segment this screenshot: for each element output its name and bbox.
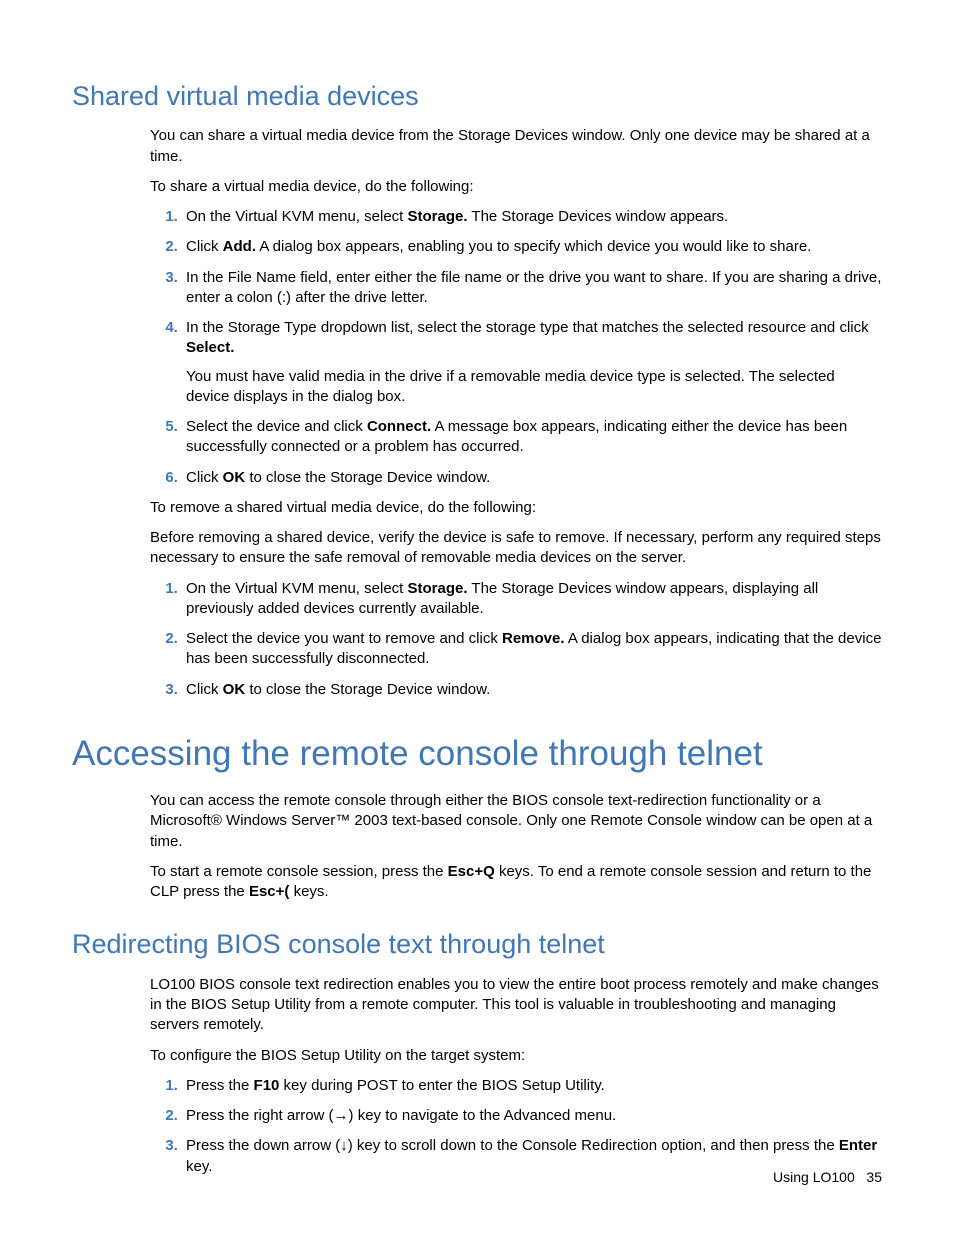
list-share-steps: On the Virtual KVM menu, select Storage.… bbox=[150, 207, 882, 488]
para-lead: To share a virtual media device, do the … bbox=[150, 177, 882, 197]
list-item: Select the device you want to remove and… bbox=[182, 629, 882, 670]
list-item: Press the F10 key during POST to enter t… bbox=[182, 1076, 882, 1096]
list-item: In the Storage Type dropdown list, selec… bbox=[182, 318, 882, 407]
para-note: You must have valid media in the drive i… bbox=[186, 367, 882, 408]
list-item: Click OK to close the Storage Device win… bbox=[182, 680, 882, 700]
heading-accessing-remote-console: Accessing the remote console through tel… bbox=[72, 730, 882, 777]
list-item: Press the right arrow (→) key to navigat… bbox=[182, 1106, 882, 1126]
list-item: Click Add. A dialog box appears, enablin… bbox=[182, 237, 882, 257]
heading-redirecting-bios: Redirecting BIOS console text through te… bbox=[72, 926, 882, 962]
list-item: Click OK to close the Storage Device win… bbox=[182, 468, 882, 488]
page-footer: Using LO100 35 bbox=[773, 1168, 882, 1187]
section-content: LO100 BIOS console text redirection enab… bbox=[150, 975, 882, 1177]
para: To start a remote console session, press… bbox=[150, 862, 882, 903]
page-number: 35 bbox=[866, 1169, 882, 1185]
list-item: On the Virtual KVM menu, select Storage.… bbox=[182, 579, 882, 620]
list-item: On the Virtual KVM menu, select Storage.… bbox=[182, 207, 882, 227]
para-lead: To remove a shared virtual media device,… bbox=[150, 498, 882, 518]
para-note: Before removing a shared device, verify … bbox=[150, 528, 882, 569]
list-remove-steps: On the Virtual KVM menu, select Storage.… bbox=[150, 579, 882, 700]
list-bios-steps: Press the F10 key during POST to enter t… bbox=[150, 1076, 882, 1177]
list-item: In the File Name field, enter either the… bbox=[182, 268, 882, 309]
footer-label: Using LO100 bbox=[773, 1169, 855, 1185]
para: You can access the remote console throug… bbox=[150, 791, 882, 852]
section-content: You can access the remote console throug… bbox=[150, 791, 882, 902]
section-content: You can share a virtual media device fro… bbox=[150, 126, 882, 700]
list-item: Select the device and click Connect. A m… bbox=[182, 417, 882, 458]
para-lead: To configure the BIOS Setup Utility on t… bbox=[150, 1046, 882, 1066]
heading-shared-virtual-media: Shared virtual media devices bbox=[72, 78, 882, 114]
para-intro: You can share a virtual media device fro… bbox=[150, 126, 882, 167]
para: LO100 BIOS console text redirection enab… bbox=[150, 975, 882, 1036]
